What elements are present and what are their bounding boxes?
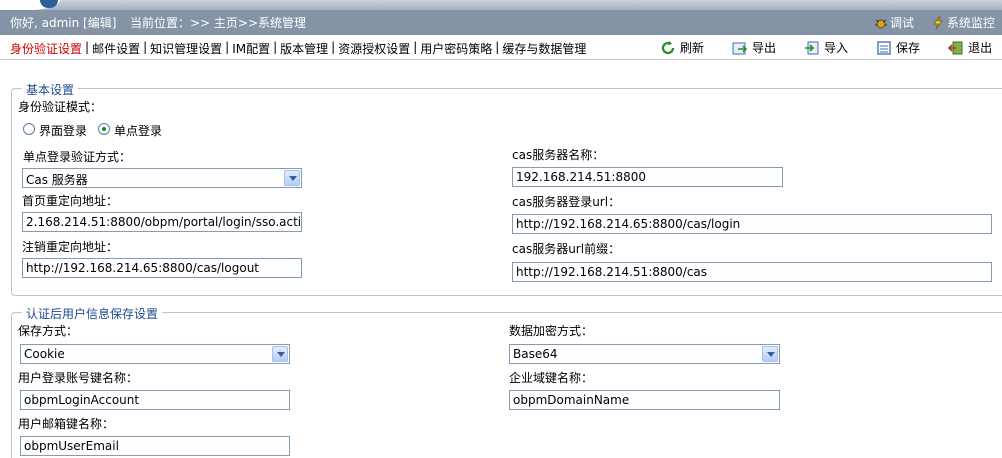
save-button[interactable]: 保存: [876, 39, 920, 56]
radio-ui-login-label[interactable]: 界面登录: [39, 122, 87, 139]
cas-name-label: cas服务器名称：: [512, 148, 605, 162]
encrypt-mode-select[interactable]: Base64: [509, 344, 780, 364]
tab-mail-settings[interactable]: 邮件设置: [90, 40, 142, 57]
cas-prefix-label: cas服务器url前缀：: [512, 242, 621, 256]
sso-method-label: 单点登录验证方式：: [23, 150, 132, 164]
import-button[interactable]: 导入: [804, 39, 848, 56]
import-icon: [805, 41, 819, 54]
account-key-label: 用户登录账号键名称：: [18, 371, 139, 385]
chevron-down-icon[interactable]: [762, 346, 778, 362]
tab-cache-data[interactable]: 缓存与数据管理: [500, 40, 588, 57]
tab-resource-auth[interactable]: 资源授权设置: [336, 40, 412, 57]
chevron-down-icon[interactable]: [284, 170, 300, 186]
email-key-input[interactable]: obpmUserEmail: [20, 436, 290, 456]
chevron-down-icon[interactable]: [272, 346, 288, 362]
user-greeting[interactable]: 你好, admin [编辑]: [10, 14, 116, 31]
toolbar-actions: 刷新 导出 导入 保存 退出: [660, 39, 992, 56]
encrypt-mode-label: 数据加密方式：: [509, 324, 594, 338]
refresh-icon: [661, 40, 675, 54]
save-icon: [877, 40, 891, 55]
header-decor-strip: [0, 0, 1002, 10]
exit-icon: [948, 41, 963, 54]
basic-settings-legend: 基本设置: [22, 81, 79, 98]
auth-mode-label: 身份验证模式：: [18, 100, 103, 114]
tab-version-management[interactable]: 版本管理: [278, 40, 330, 57]
account-key-input[interactable]: obpmLoginAccount: [20, 390, 290, 410]
domain-key-label: 企业域键名称：: [509, 371, 594, 385]
encrypt-mode-value: Base64: [513, 347, 558, 361]
breadcrumb: 当前位置：>> 主页>>系统管理: [130, 16, 307, 30]
cas-name-input[interactable]: 192.168.214.51:8800: [512, 167, 783, 187]
refresh-button[interactable]: 刷新: [660, 39, 704, 56]
sso-method-select[interactable]: Cas 服务器: [22, 168, 302, 188]
logout-redirect-label: 注销重定向地址：: [22, 240, 119, 254]
export-label: 导出: [752, 41, 777, 55]
debug-label: 调试: [890, 16, 915, 30]
cas-login-url-input[interactable]: http://192.168.214.65:8800/cas/login: [512, 214, 992, 234]
save-mode-select[interactable]: Cookie: [20, 344, 290, 364]
cas-login-url-label: cas服务器登录url：: [512, 195, 621, 209]
radio-ui-login[interactable]: [23, 123, 35, 135]
export-button[interactable]: 导出: [732, 39, 776, 56]
lightning-icon: [933, 16, 943, 29]
domain-key-input[interactable]: obpmDomainName: [509, 390, 780, 410]
sso-method-value: Cas 服务器: [26, 173, 88, 187]
email-key-label: 用户邮箱键名称：: [18, 417, 115, 431]
top-header-bar: 你好, admin [编辑] 当前位置：>> 主页>>系统管理 调试 系统监控: [0, 0, 1002, 35]
tab-knowledge-settings[interactable]: 知识管理设置: [148, 40, 224, 57]
home-redirect-input[interactable]: 2.168.214.51:8800/obpm/portal/login/sso.…: [22, 212, 302, 232]
logout-redirect-input[interactable]: http://192.168.214.65:8800/cas/logout: [22, 258, 302, 278]
monitor-label: 系统监控: [947, 16, 996, 30]
save-label: 保存: [896, 41, 921, 55]
tab-im-config[interactable]: IM配置: [230, 40, 272, 57]
radio-sso-login-label[interactable]: 单点登录: [114, 122, 162, 139]
user-info-storage-legend: 认证后用户信息保存设置: [22, 305, 163, 322]
system-monitor-button[interactable]: 系统监控: [931, 14, 995, 31]
settings-tab-bar: 身份验证设置 | 邮件设置 | 知识管理设置 | IM配置 | 版本管理 | 资源授权设置…: [0, 35, 1002, 60]
radio-sso-login[interactable]: [98, 123, 110, 135]
tab-auth-settings[interactable]: 身份验证设置: [8, 40, 84, 57]
save-mode-value: Cookie: [24, 347, 65, 361]
refresh-label: 刷新: [680, 41, 705, 55]
export-icon: [732, 42, 748, 54]
tab-list: 身份验证设置 | 邮件设置 | 知识管理设置 | IM配置 | 版本管理 | 资源授权设置…: [8, 40, 588, 57]
exit-label: 退出: [968, 41, 993, 55]
tab-password-policy[interactable]: 用户密码策略: [418, 40, 494, 57]
cas-prefix-input[interactable]: http://192.168.214.51:8800/cas: [512, 262, 992, 282]
home-redirect-label: 首页重定向地址：: [22, 194, 119, 208]
exit-button[interactable]: 退出: [948, 39, 992, 56]
debug-button[interactable]: 调试: [874, 14, 914, 31]
import-label: 导入: [824, 41, 849, 55]
bug-icon: [875, 19, 887, 28]
save-mode-label: 保存方式：: [18, 324, 79, 338]
